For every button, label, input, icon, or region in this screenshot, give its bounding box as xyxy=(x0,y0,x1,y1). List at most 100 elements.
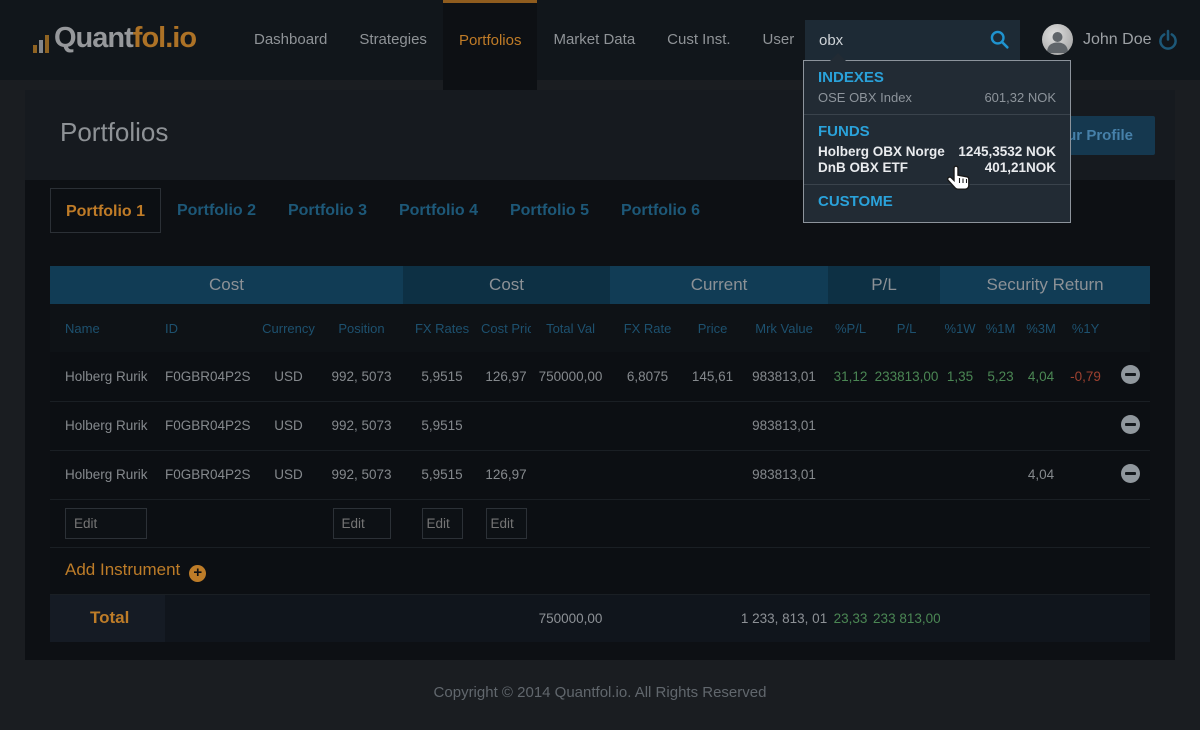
total-label: Total xyxy=(50,594,165,642)
tab-portfolio-1[interactable]: Portfolio 1 xyxy=(50,188,161,233)
bar-chart-icon xyxy=(33,35,51,58)
dropdown-item-ose-obx-index[interactable]: OSE OBX Index 601,32 NOK xyxy=(818,90,1056,106)
add-instrument-button[interactable]: Add Instrument xyxy=(65,560,180,579)
table-cell: USD xyxy=(257,352,320,402)
table-cell: 4,04 xyxy=(1021,352,1062,402)
instrument-price: 401,21NOK xyxy=(984,160,1056,175)
table-cell: 983813,01 xyxy=(740,401,829,451)
total-cell: 750000,00 xyxy=(531,594,611,642)
logout-power-icon[interactable] xyxy=(1156,28,1180,52)
table-cell xyxy=(828,401,874,451)
remove-row-button[interactable] xyxy=(1120,365,1140,385)
nav-item-market-data[interactable]: Market Data xyxy=(537,0,651,80)
logo-text: Quantfol.io xyxy=(54,18,197,58)
table-cell xyxy=(531,401,611,451)
table-cell: 5,9515 xyxy=(403,450,482,500)
column-header-p-l: P/L xyxy=(873,304,941,352)
avatar[interactable] xyxy=(1042,24,1073,55)
table-cell: 983813,01 xyxy=(740,450,829,500)
remove-row-button[interactable] xyxy=(1120,463,1140,483)
table-cell: F0GBR04P2S xyxy=(165,450,257,500)
table-cell: 6,8075 xyxy=(610,352,686,402)
table-cell xyxy=(481,401,532,451)
table-row: Holberg Rurik F0GBR04P2S USD 992, 5073 5,951… xyxy=(50,450,1151,500)
search-dropdown: INDEXES OSE OBX Index 601,32 NOK FUNDS Holbe… xyxy=(803,53,1071,223)
table-cell: 4,04 xyxy=(1021,450,1062,500)
column-header-1w: %1W xyxy=(940,304,981,352)
table-cell: Holberg Rurik xyxy=(50,401,165,451)
nav-item-strategies[interactable]: Strategies xyxy=(343,0,443,80)
tab-portfolio-2[interactable]: Portfolio 2 xyxy=(161,188,272,233)
table-cell: 750000,00 xyxy=(531,352,611,402)
footer-copyright: Copyright © 2014 Quantfol.io. All Rights… xyxy=(433,684,767,701)
table-cell-actions xyxy=(1110,352,1151,402)
nav-item-dashboard[interactable]: Dashboard xyxy=(238,0,343,80)
column-group-security-return: Security Return xyxy=(940,266,1151,304)
dropdown-item-dnb-obx-etf[interactable]: DnB OBX ETF 401,21NOK xyxy=(818,160,1056,176)
column-header-fx-rates: FX Rates xyxy=(403,304,482,352)
column-group-cost: Cost xyxy=(403,266,611,304)
table-row: Holberg Rurik F0GBR04P2S USD 992, 5073 5,951… xyxy=(50,401,1151,451)
column-header-position: Position xyxy=(320,304,404,352)
column-header-blank xyxy=(1110,304,1151,352)
column-header-1m: %1M xyxy=(980,304,1022,352)
instrument-price: 1245,3532 NOK xyxy=(958,144,1056,159)
table-cell: 1,35 xyxy=(940,352,981,402)
tab-portfolio-4[interactable]: Portfolio 4 xyxy=(383,188,494,233)
table-cell xyxy=(980,401,1022,451)
table-cell: F0GBR04P2S xyxy=(165,352,257,402)
table-cell-actions xyxy=(1110,450,1151,500)
column-header-currency: Currency xyxy=(257,304,320,352)
column-group-current: Current xyxy=(610,266,829,304)
instrument-price: 601,32 NOK xyxy=(984,90,1056,105)
total-cell: 1 233, 813, 01 xyxy=(740,594,829,642)
column-header-1y: %1Y xyxy=(1061,304,1111,352)
table-cell xyxy=(1061,401,1111,451)
table-cell: USD xyxy=(257,450,320,500)
instrument-name: Holberg OBX Norge xyxy=(818,144,945,159)
table-cell: 31,12 xyxy=(828,352,874,402)
remove-row-button[interactable] xyxy=(1120,414,1140,434)
person-icon xyxy=(1047,32,1068,53)
table-cell: 126,97 xyxy=(481,352,532,402)
table-cell xyxy=(1061,450,1111,500)
edit-input-name[interactable] xyxy=(65,507,147,539)
column-header-name: Name xyxy=(50,304,165,352)
total-cell: 233 813,00 xyxy=(873,594,941,642)
table-cell: 992, 5073 xyxy=(320,401,404,451)
column-header-3m: %3M xyxy=(1021,304,1062,352)
table-cell: Holberg Rurik xyxy=(50,352,165,402)
table-cell: 992, 5073 xyxy=(320,352,404,402)
table-cell xyxy=(610,450,686,500)
table-cell-actions xyxy=(1110,401,1151,451)
dropdown-section-indexes: INDEXES OSE OBX Index 601,32 NOK xyxy=(804,61,1070,114)
table-cell: USD xyxy=(257,401,320,451)
edit-input-fx-rates[interactable] xyxy=(421,507,463,539)
user-name[interactable]: John Doe xyxy=(1083,0,1152,80)
edit-input-position[interactable] xyxy=(332,507,391,539)
column-group-cost: Cost xyxy=(50,266,404,304)
total-row: Total 750000,00 1 233, 813, 01 23,33 233 813… xyxy=(50,594,1151,642)
table-cell xyxy=(685,450,741,500)
tab-portfolio-6[interactable]: Portfolio 6 xyxy=(605,188,716,233)
table-cell xyxy=(1021,401,1062,451)
table-cell: 5,9515 xyxy=(403,352,482,402)
dropdown-item-holberg-obx-norge[interactable]: Holberg OBX Norge 1245,3532 NOK xyxy=(818,144,1056,160)
instrument-name: DnB OBX ETF xyxy=(818,160,908,175)
tab-portfolio-5[interactable]: Portfolio 5 xyxy=(494,188,605,233)
search-icon[interactable] xyxy=(989,29,1011,51)
plus-icon[interactable]: + xyxy=(189,564,207,582)
logo[interactable]: Quantfol.io xyxy=(33,18,197,58)
table-cell xyxy=(685,401,741,451)
nav-item-portfolios[interactable]: Portfolios xyxy=(442,0,538,90)
edit-input-cost-price[interactable] xyxy=(485,507,527,539)
dropdown-section-funds: FUNDS Holberg OBX Norge 1245,3532 NOK DnB O… xyxy=(804,114,1070,184)
nav-item-user[interactable]: User xyxy=(747,0,811,80)
column-group-p-l: P/L xyxy=(828,266,941,304)
table-cell: 145,61 xyxy=(685,352,741,402)
nav-item-cust-inst[interactable]: Cust Inst. xyxy=(651,0,746,80)
portfolio-table: Cost Cost Current P/L Security Return Name ID C… xyxy=(50,266,1151,642)
table-cell xyxy=(940,450,981,500)
tab-portfolio-3[interactable]: Portfolio 3 xyxy=(272,188,383,233)
table-cell xyxy=(610,401,686,451)
